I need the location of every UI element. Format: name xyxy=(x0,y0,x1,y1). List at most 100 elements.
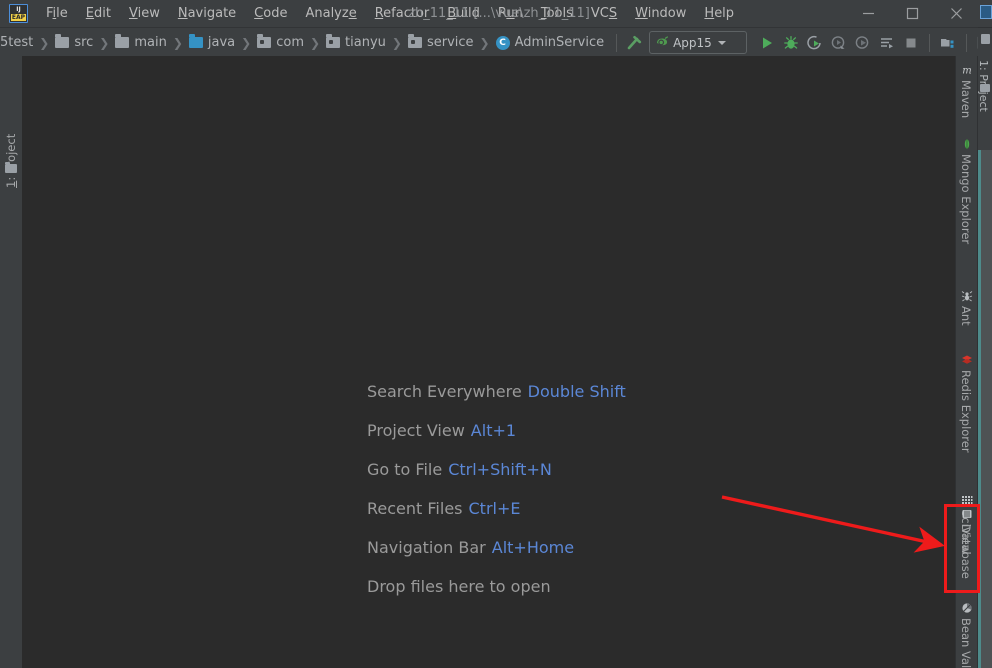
project-folder-icon xyxy=(5,162,17,173)
tip-action: Recent Files xyxy=(367,499,463,518)
menu-label-vcs: VCS xyxy=(590,6,618,21)
left-tool-window-bar: 1: Project xyxy=(0,56,23,668)
stop-button[interactable] xyxy=(899,31,923,55)
breadcrumb-item-java[interactable]: java xyxy=(188,28,235,57)
breadcrumb-separator: ❯ xyxy=(309,35,321,50)
window-controls xyxy=(846,0,978,27)
sidebar-item-ant-label: Ant xyxy=(959,306,973,326)
intellij-logo-icon: IJ EAP xyxy=(9,4,28,23)
chevron-down-icon xyxy=(717,40,726,45)
sidebar-item-maven-label: Maven xyxy=(959,80,973,119)
tip-shortcut: Ctrl+Shift+N xyxy=(448,460,552,479)
background-window-logo-icon xyxy=(980,5,992,19)
sidebar-item-redis-explorer-label: Redis Explorer xyxy=(959,370,973,453)
menu-item-analyze[interactable]: Analyze xyxy=(296,0,365,27)
redis-icon xyxy=(962,355,972,364)
run-button[interactable] xyxy=(755,31,779,55)
menu-item-help[interactable]: Help xyxy=(695,0,743,27)
menu-label-tools: Tools xyxy=(540,6,573,21)
stop-icon xyxy=(906,38,916,47)
breadcrumb-item-com[interactable]: com xyxy=(257,28,304,57)
tip-row: Recent Files Ctrl+E xyxy=(367,489,787,528)
menu-item-code[interactable]: Code xyxy=(245,0,296,27)
breadcrumb-separator: ❯ xyxy=(39,35,50,50)
debug-button[interactable] xyxy=(779,31,803,55)
sidebar-item-bean-validation[interactable]: Bean Vali xyxy=(956,602,978,668)
breadcrumb-label-main: main xyxy=(134,35,167,50)
package-icon xyxy=(407,34,422,48)
sidebar-item-project-label: 1: Project xyxy=(4,133,18,188)
menu-label-analyze: Analyze xyxy=(305,6,357,21)
tip-action: Search Everywhere xyxy=(367,382,522,401)
menu-item-window[interactable]: Window xyxy=(626,0,695,27)
close-button[interactable] xyxy=(934,0,978,27)
breadcrumb-item-adminservice[interactable]: C AdminService xyxy=(495,28,605,57)
maximize-icon xyxy=(906,7,918,20)
class-icon: C xyxy=(495,35,510,50)
annotation-highlight-box xyxy=(944,504,980,593)
breadcrumb-separator: ❯ xyxy=(241,35,252,50)
terminal-icon xyxy=(977,36,978,49)
project-structure-icon xyxy=(941,38,954,48)
breadcrumb-separator: ❯ xyxy=(391,35,402,50)
menu-item-edit[interactable]: Edit xyxy=(77,0,120,27)
sidebar-item-mongo-explorer[interactable]: Mongo Explorer xyxy=(956,134,978,274)
editor-empty-area[interactable]: Search Everywhere Double Shift Project Vi… xyxy=(22,56,956,668)
breadcrumb-separator: ❯ xyxy=(479,35,490,50)
build-hammer-button[interactable] xyxy=(623,31,647,55)
maximize-button[interactable] xyxy=(890,0,934,27)
breadcrumb-label-adminservice: AdminService xyxy=(514,35,605,50)
menu-label-view: View xyxy=(128,6,160,21)
breadcrumb-separator: ❯ xyxy=(172,35,183,50)
breadcrumb-separator: ❯ xyxy=(99,35,110,50)
editor-tips-list: Search Everywhere Double Shift Project Vi… xyxy=(367,372,787,606)
breadcrumb-item-tianyu[interactable]: tianyu xyxy=(326,28,386,57)
breadcrumb-label-tianyu: tianyu xyxy=(345,35,386,50)
breadcrumb-item-service[interactable]: service xyxy=(407,28,474,57)
breadcrumb: 5test ❯ src ❯ main ❯ java ❯ com ❯ tianyu… xyxy=(0,28,604,57)
menu-item-build[interactable]: Build xyxy=(438,0,489,27)
minimize-icon xyxy=(862,12,874,15)
menu-item-refactor[interactable]: Refactor xyxy=(366,0,439,27)
breadcrumb-item-project[interactable]: 5test xyxy=(0,28,33,57)
tip-row: Navigation Bar Alt+Home xyxy=(367,528,787,567)
tip-shortcut: Ctrl+E xyxy=(468,499,521,518)
tip-row: Project View Alt+1 xyxy=(367,411,787,450)
folder-icon xyxy=(55,34,70,48)
attach-profiler-icon xyxy=(855,35,869,49)
project-structure-button[interactable] xyxy=(936,31,960,55)
debug-icon xyxy=(784,35,798,49)
breadcrumb-label-project: 5test xyxy=(0,35,34,50)
toolbar-divider xyxy=(616,33,618,52)
sidebar-item-maven[interactable]: m Maven xyxy=(956,60,978,126)
sidebar-item-ant[interactable]: Ant xyxy=(956,286,978,340)
menu-label-help: Help xyxy=(704,6,735,21)
profile-button[interactable] xyxy=(827,31,851,55)
logo-bottom-text: EAP xyxy=(11,14,26,21)
navigation-toolbar: 5test ❯ src ❯ main ❯ java ❯ com ❯ tianyu… xyxy=(0,27,978,57)
run-dashboard-button[interactable] xyxy=(875,31,899,55)
background-window-project-tab[interactable]: 1: Project xyxy=(978,58,992,148)
run-with-coverage-button[interactable] xyxy=(803,31,827,55)
run-toolbar: App15 xyxy=(623,28,978,57)
menu-item-file[interactable]: File xyxy=(37,0,77,27)
run-configuration-selector[interactable]: App15 xyxy=(649,31,748,54)
attach-profiler-button[interactable] xyxy=(851,31,875,55)
menu-item-navigate[interactable]: Navigate xyxy=(169,0,245,27)
close-icon xyxy=(950,8,962,19)
package-icon xyxy=(326,34,341,48)
menu-item-run[interactable]: Run xyxy=(489,0,532,27)
tip-action: Navigation Bar xyxy=(367,538,486,557)
breadcrumb-item-main[interactable]: main xyxy=(115,28,167,57)
tip-action: Drop files here to open xyxy=(367,577,551,596)
tip-shortcut: Alt+Home xyxy=(491,538,575,557)
sidebar-item-redis-explorer[interactable]: Redis Explorer xyxy=(956,350,978,480)
menu-item-tools[interactable]: Tools xyxy=(532,0,582,27)
minimize-button[interactable] xyxy=(846,0,890,27)
background-window-sliver[interactable]: 1: Project xyxy=(978,0,992,668)
menu-item-vcs[interactable]: VCS xyxy=(582,0,626,27)
menu-item-view[interactable]: View xyxy=(120,0,169,27)
breadcrumb-item-src[interactable]: src xyxy=(55,28,93,57)
terminal-button[interactable] xyxy=(973,31,978,55)
package-icon xyxy=(257,34,272,48)
